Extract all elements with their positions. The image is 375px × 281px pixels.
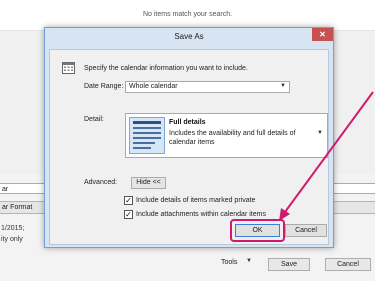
cancel-button-background[interactable]: Cancel <box>325 258 371 271</box>
chevron-down-icon: ▼ <box>280 83 286 89</box>
background-format-tab[interactable]: ar Format <box>0 201 46 214</box>
ok-button[interactable]: OK <box>235 224 280 237</box>
detail-select[interactable]: Full details Includes the availability a… <box>125 113 328 158</box>
background-tab-right[interactable] <box>333 201 375 214</box>
background-combo-left[interactable]: ar <box>0 183 48 194</box>
dialog-title: Save As <box>174 32 204 41</box>
intro-text: Specify the calendar information you wan… <box>84 65 248 72</box>
background-date-text: 1/2015; <box>1 225 25 232</box>
calendar-icon <box>62 62 75 74</box>
full-details-icon <box>129 117 165 154</box>
dialog-content: Specify the calendar information you wan… <box>49 49 329 245</box>
cancel-button[interactable]: Cancel <box>285 224 327 237</box>
attachments-label: Include attachments within calendar item… <box>136 211 266 218</box>
dialog-titlebar[interactable]: Save As ✕ <box>45 28 333 46</box>
background-status-text: ity only <box>1 236 23 243</box>
hide-advanced-button[interactable]: Hide << <box>131 177 166 189</box>
detail-label: Detail: <box>84 116 104 123</box>
save-button[interactable]: Save <box>268 258 310 271</box>
private-details-checkbox[interactable]: ✓ <box>124 196 133 205</box>
detail-chevron-down-icon: ▼ <box>317 130 323 136</box>
save-as-dialog: Save As ✕ Specify the calendar informati… <box>44 27 334 248</box>
tools-menu[interactable]: Tools <box>221 259 237 266</box>
detail-description: Includes the availability and full detai… <box>169 130 296 146</box>
date-range-select[interactable]: Whole calendar ▼ <box>125 81 290 93</box>
close-icon[interactable]: ✕ <box>312 28 333 41</box>
background-combo-right[interactable] <box>333 183 375 194</box>
date-range-value: Whole calendar <box>129 83 178 90</box>
date-range-label: Date Range: <box>84 83 124 90</box>
no-items-message: No items match your search. <box>142 11 233 18</box>
attachments-checkbox[interactable]: ✓ <box>124 210 133 219</box>
advanced-label: Advanced: <box>84 179 118 186</box>
tools-dropdown-icon[interactable]: ▼ <box>246 258 256 264</box>
private-details-label: Include details of items marked private <box>136 197 256 204</box>
detail-title: Full details <box>169 119 206 126</box>
